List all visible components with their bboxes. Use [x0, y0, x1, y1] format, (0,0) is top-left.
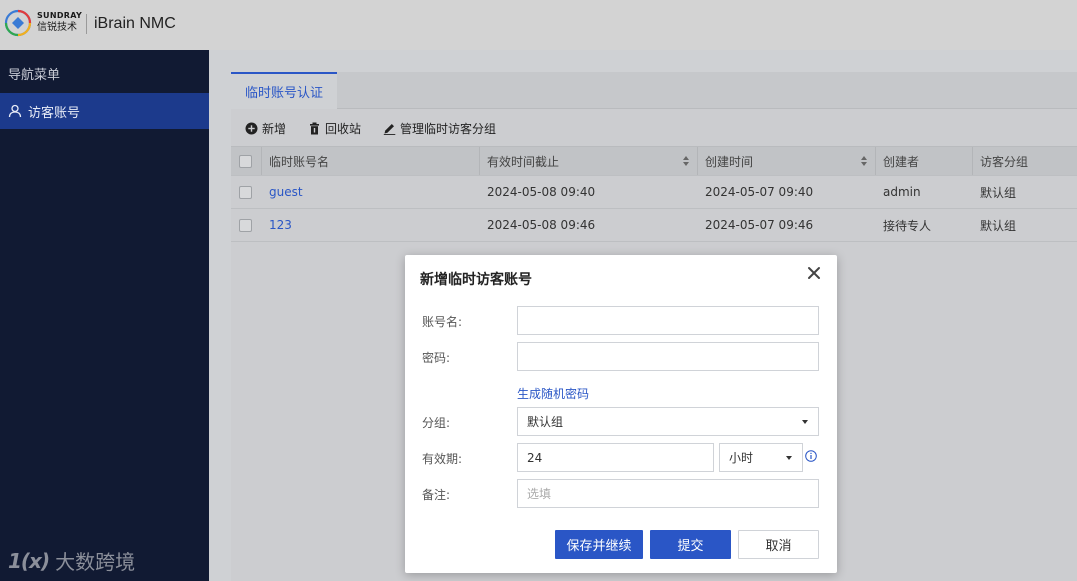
account-name-cell: guest — [269, 176, 303, 208]
column-header-name-label: 临时账号名 — [269, 154, 330, 169]
generate-password-link[interactable]: 生成随机密码 — [517, 385, 589, 402]
chevron-down-icon — [802, 420, 808, 424]
plus-circle-icon — [245, 122, 258, 134]
brand-cn: 信锐技术 — [37, 22, 77, 33]
recycle-bin-button[interactable]: 回收站 — [308, 120, 361, 137]
submit-button[interactable]: 提交 — [650, 530, 731, 559]
column-header-group-label: 访客分组 — [980, 154, 1029, 169]
account-name-input[interactable] — [517, 306, 819, 335]
sidebar: 导航菜单 访客账号 1(x) 大数跨境 — [0, 50, 209, 581]
account-name-cell: 123 — [269, 209, 292, 241]
creator-cell: admin — [883, 185, 921, 199]
created-cell: 2024-05-07 09:46 — [705, 218, 814, 232]
watermark-logo: 1(x) — [8, 548, 50, 573]
column-header-group[interactable]: 访客分组 — [972, 147, 1077, 175]
table-header-row: 临时账号名 有效时间截止 创建时间 创建者 访客分组 — [231, 146, 1077, 176]
sidebar-item-visitor-accounts[interactable]: 访客账号 — [0, 93, 209, 129]
sort-icon — [861, 156, 867, 166]
group-cell: 默认组 — [980, 185, 1017, 200]
manage-groups-button[interactable]: 管理临时访客分组 — [383, 120, 496, 137]
column-header-expires-label: 有效时间截止 — [487, 154, 560, 169]
table-row[interactable]: guest 2024-05-08 09:40 2024-05-07 09:40 … — [231, 176, 1077, 209]
group-select-value: 默认组 — [527, 415, 564, 429]
column-header-creator[interactable]: 创建者 — [875, 147, 972, 175]
trash-icon — [310, 122, 320, 134]
created-cell: 2024-05-07 09:40 — [705, 185, 814, 199]
pencil-icon — [383, 123, 396, 135]
expires-cell: 2024-05-08 09:46 — [487, 218, 596, 232]
account-name-link[interactable]: 123 — [269, 218, 292, 232]
column-header-created[interactable]: 创建时间 — [697, 147, 875, 175]
column-header-created-label: 创建时间 — [705, 154, 754, 169]
row-select-cell — [239, 209, 252, 241]
validity-label: 有效期: — [422, 452, 463, 466]
creator-cell: 接待专人 — [883, 218, 932, 233]
remark-label: 备注: — [422, 488, 451, 502]
remark-input[interactable]: 选填 — [517, 479, 819, 508]
add-label: 新增 — [262, 121, 287, 136]
table-row[interactable]: 123 2024-05-08 09:46 2024-05-07 09:46 接待… — [231, 209, 1077, 242]
toolbar: 新增 回收站 管理临时访客分组 — [231, 110, 1077, 146]
tab-temp-account-auth[interactable]: 临时账号认证 — [231, 72, 337, 109]
group-select[interactable]: 默认组 — [517, 407, 819, 436]
sidebar-title: 导航菜单 — [8, 68, 61, 83]
sundray-logo-icon — [4, 9, 32, 37]
brand-divider — [86, 14, 87, 34]
manage-groups-label: 管理临时访客分组 — [400, 121, 497, 136]
sidebar-item-label: 访客账号 — [28, 105, 81, 121]
expires-cell: 2024-05-08 09:40 — [487, 185, 596, 199]
account-name-link[interactable]: guest — [269, 185, 303, 199]
account-name-label: 账号名: — [422, 315, 463, 329]
user-icon — [8, 104, 22, 118]
group-label: 分组: — [422, 416, 451, 430]
accounts-table: 临时账号名 有效时间截止 创建时间 创建者 访客分组 guest 2024-05… — [231, 146, 1077, 242]
password-input[interactable] — [517, 342, 819, 371]
tab-bar: 临时账号认证 — [231, 72, 1077, 109]
password-label: 密码: — [422, 351, 451, 365]
product-name: iBrain NMC — [94, 15, 176, 32]
add-visitor-account-dialog: 新增临时访客账号 账号名: 密码: 生成随机密码 分组: 默认组 有效期: 24… — [405, 255, 837, 573]
cancel-button[interactable]: 取消 — [738, 530, 819, 559]
close-icon[interactable] — [807, 266, 821, 280]
dialog-title: 新增临时访客账号 — [420, 272, 532, 288]
brand-en: SUNDRAY — [37, 11, 83, 20]
validity-unit-select[interactable]: 小时 — [719, 443, 803, 472]
row-select-cell — [239, 176, 252, 208]
validity-unit-value: 小时 — [729, 451, 754, 465]
select-all-cell — [239, 147, 252, 175]
group-cell: 默认组 — [980, 218, 1017, 233]
column-header-expires[interactable]: 有效时间截止 — [479, 147, 697, 175]
watermark: 1(x) 大数跨境 — [8, 546, 135, 575]
column-header-name[interactable]: 临时账号名 — [261, 147, 479, 175]
validity-input[interactable]: 24 — [517, 443, 714, 472]
info-icon[interactable] — [805, 450, 817, 462]
row-checkbox[interactable] — [239, 218, 252, 232]
chevron-down-icon — [786, 456, 792, 460]
watermark-text: 大数跨境 — [55, 550, 136, 574]
sort-icon — [683, 156, 689, 166]
app-header: SUNDRAY 信锐技术 iBrain NMC — [0, 0, 1077, 50]
add-button[interactable]: 新增 — [245, 120, 286, 137]
save-and-continue-button[interactable]: 保存并继续 — [555, 530, 643, 559]
column-header-creator-label: 创建者 — [883, 154, 920, 169]
row-checkbox[interactable] — [239, 185, 252, 199]
select-all-checkbox[interactable] — [239, 154, 252, 168]
recycle-bin-label: 回收站 — [325, 121, 362, 136]
brand: SUNDRAY 信锐技术 — [37, 12, 82, 33]
